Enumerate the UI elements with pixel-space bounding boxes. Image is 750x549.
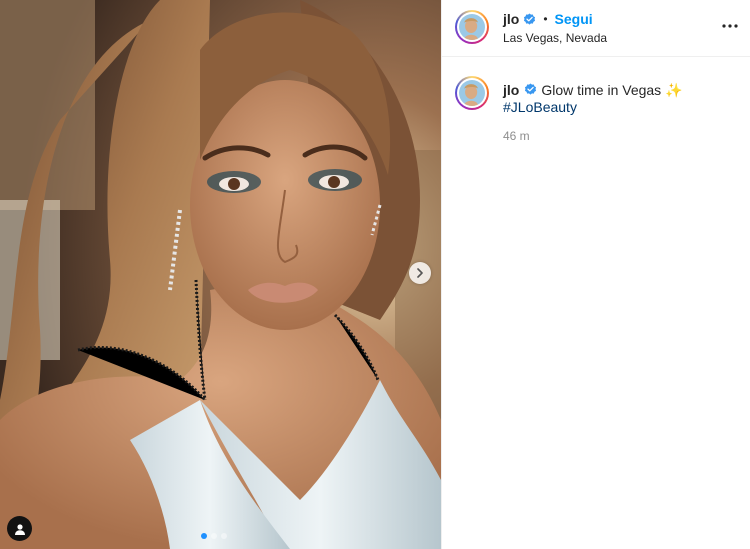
post-header: jlo • Segui Las Vegas, Nevada [442, 0, 750, 57]
chevron-right-icon [417, 268, 423, 278]
user-tag-icon [14, 523, 25, 535]
verified-badge-icon [525, 83, 537, 95]
verified-badge-icon [524, 12, 536, 25]
caption-body: Glow time in Vegas [541, 82, 662, 98]
location-link[interactable]: Las Vegas, Nevada [503, 31, 607, 45]
more-options-button[interactable] [718, 14, 742, 38]
header-separator: • [543, 12, 548, 26]
header-username[interactable]: jlo [503, 11, 519, 27]
post-viewer: jlo • Segui Las Vegas, Nevada jlo Glow t… [0, 0, 750, 549]
carousel-indicator [201, 533, 227, 539]
carousel-dot [221, 533, 227, 539]
follow-button[interactable]: Segui [555, 11, 593, 27]
carousel-dot [201, 533, 207, 539]
post-media[interactable] [0, 0, 441, 549]
post-timestamp[interactable]: 46 m [503, 129, 530, 143]
hashtag-link[interactable]: #JLoBeauty [503, 99, 577, 115]
carousel-next-button[interactable] [409, 262, 431, 284]
caption-avatar[interactable] [455, 76, 489, 110]
caption-text: jlo Glow time in Vegas ✨ #JLoBeauty [503, 82, 739, 116]
caption-username[interactable]: jlo [503, 82, 519, 98]
post-photo [0, 0, 441, 549]
avatar[interactable] [455, 10, 489, 44]
carousel-dot [211, 533, 217, 539]
avatar-image [459, 14, 485, 40]
sparkles-emoji: ✨ [665, 82, 683, 98]
post-details-panel: jlo • Segui Las Vegas, Nevada jlo Glow t… [441, 0, 750, 549]
avatar-image [459, 80, 485, 106]
more-options-icon [722, 24, 738, 28]
user-tags-button[interactable] [7, 516, 32, 541]
